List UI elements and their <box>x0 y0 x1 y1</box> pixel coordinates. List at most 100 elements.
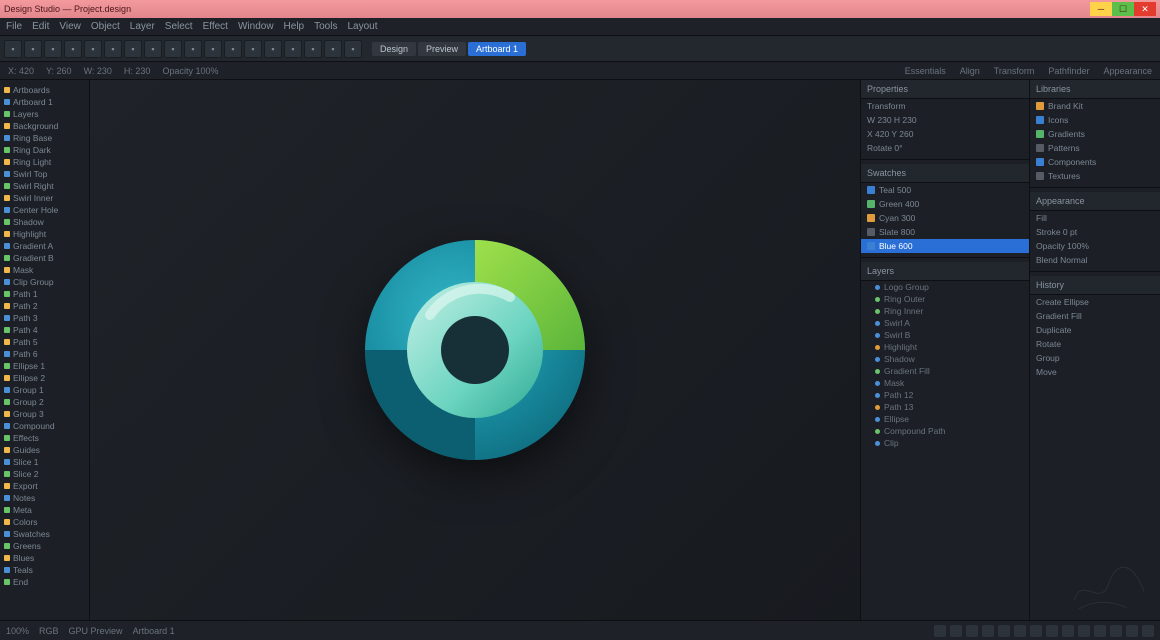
new-icon[interactable]: ▪ <box>4 40 22 58</box>
redo-icon[interactable]: ▪ <box>84 40 102 58</box>
properties-panel[interactable]: Properties TransformW 230 H 230X 420 Y 2… <box>861 80 1030 620</box>
menu-layout[interactable]: Layout <box>347 21 377 32</box>
explorer-item[interactable]: End <box>2 576 87 588</box>
status-icon[interactable] <box>966 625 978 637</box>
status-icon[interactable] <box>1078 625 1090 637</box>
layer-row[interactable]: Swirl B <box>861 329 1029 341</box>
explorer-item[interactable]: Export <box>2 480 87 492</box>
history-row[interactable]: Duplicate <box>1030 323 1160 337</box>
property-row[interactable]: Rotate 0° <box>861 141 1029 155</box>
appearance-row[interactable]: Fill <box>1030 211 1160 225</box>
explorer-item[interactable]: Path 5 <box>2 336 87 348</box>
layer-row[interactable]: Path 12 <box>861 389 1029 401</box>
status-icon[interactable] <box>1030 625 1042 637</box>
explorer-item[interactable]: Artboards <box>2 84 87 96</box>
status-field[interactable]: 100% <box>6 626 29 636</box>
explorer-item[interactable]: Guides <box>2 444 87 456</box>
explorer-item[interactable]: Group 2 <box>2 396 87 408</box>
zoom-icon[interactable]: ▪ <box>264 40 282 58</box>
status-field[interactable]: RGB <box>39 626 59 636</box>
status-icon[interactable] <box>1110 625 1122 637</box>
save-icon[interactable]: ▪ <box>44 40 62 58</box>
explorer-item[interactable]: Background <box>2 120 87 132</box>
layer-row[interactable]: Ring Inner <box>861 305 1029 317</box>
ctx-link-transform[interactable]: Transform <box>994 66 1035 76</box>
window-close-button[interactable]: ✕ <box>1134 2 1156 16</box>
ctx-field[interactable]: X: 420 <box>8 66 34 76</box>
layer-row[interactable]: Gradient Fill <box>861 365 1029 377</box>
explorer-item[interactable]: Gradient B <box>2 252 87 264</box>
explorer-item[interactable]: Path 6 <box>2 348 87 360</box>
layer-row[interactable]: Compound Path <box>861 425 1029 437</box>
layer-row[interactable]: Logo Group <box>861 281 1029 293</box>
explorer-item[interactable]: Shadow <box>2 216 87 228</box>
libraries-panel[interactable]: Libraries Brand KitIconsGradientsPattern… <box>1030 80 1160 620</box>
ctx-link-pathfinder[interactable]: Pathfinder <box>1048 66 1089 76</box>
hand-icon[interactable]: ▪ <box>284 40 302 58</box>
history-row[interactable]: Rotate <box>1030 337 1160 351</box>
undo-icon[interactable]: ▪ <box>64 40 82 58</box>
text-icon[interactable]: ▪ <box>304 40 322 58</box>
menu-edit[interactable]: Edit <box>32 21 49 32</box>
status-icon[interactable] <box>1094 625 1106 637</box>
library-row[interactable]: Components <box>1030 155 1160 169</box>
explorer-item[interactable]: Slice 2 <box>2 468 87 480</box>
explorer-item[interactable]: Notes <box>2 492 87 504</box>
layer-row[interactable]: Mask <box>861 377 1029 389</box>
ctx-link-align[interactable]: Align <box>960 66 980 76</box>
layer-row[interactable]: Ring Outer <box>861 293 1029 305</box>
snap-icon[interactable]: ▪ <box>244 40 262 58</box>
explorer-item[interactable]: Slice 1 <box>2 456 87 468</box>
explorer-item[interactable]: Swatches <box>2 528 87 540</box>
explorer-item[interactable]: Mask <box>2 264 87 276</box>
library-row[interactable]: Gradients <box>1030 127 1160 141</box>
status-icon[interactable] <box>1014 625 1026 637</box>
explorer-item[interactable]: Swirl Inner <box>2 192 87 204</box>
swatch-row[interactable]: Green 400 <box>861 197 1029 211</box>
swatch-row[interactable]: Blue 600 <box>861 239 1029 253</box>
explorer-item[interactable]: Gradient A <box>2 240 87 252</box>
pen-icon[interactable]: ▪ <box>344 40 362 58</box>
explorer-item[interactable]: Swirl Top <box>2 168 87 180</box>
status-icon[interactable] <box>998 625 1010 637</box>
window-maximize-button[interactable]: ☐ <box>1112 2 1134 16</box>
open-icon[interactable]: ▪ <box>24 40 42 58</box>
explorer-item[interactable]: Ring Light <box>2 156 87 168</box>
property-row[interactable]: W 230 H 230 <box>861 113 1029 127</box>
menu-window[interactable]: Window <box>238 21 274 32</box>
explorer-item[interactable]: Ring Base <box>2 132 87 144</box>
explorer-item[interactable]: Group 3 <box>2 408 87 420</box>
status-field[interactable]: Artboard 1 <box>133 626 175 636</box>
explorer-item[interactable]: Swirl Right <box>2 180 87 192</box>
status-icon[interactable] <box>1126 625 1138 637</box>
status-icon[interactable] <box>1046 625 1058 637</box>
appearance-row[interactable]: Stroke 0 pt <box>1030 225 1160 239</box>
swatch-row[interactable]: Teal 500 <box>861 183 1029 197</box>
menu-help[interactable]: Help <box>284 21 305 32</box>
ctx-field[interactable]: W: 230 <box>84 66 112 76</box>
swatch-row[interactable]: Slate 800 <box>861 225 1029 239</box>
layer-row[interactable]: Shadow <box>861 353 1029 365</box>
explorer-item[interactable]: Colors <box>2 516 87 528</box>
explorer-item[interactable]: Blues <box>2 552 87 564</box>
layer-row[interactable]: Swirl A <box>861 317 1029 329</box>
cut-icon[interactable]: ▪ <box>104 40 122 58</box>
explorer-item[interactable]: Meta <box>2 504 87 516</box>
ctx-field[interactable]: H: 230 <box>124 66 151 76</box>
explorer-item[interactable]: Group 1 <box>2 384 87 396</box>
library-row[interactable]: Textures <box>1030 169 1160 183</box>
menu-object[interactable]: Object <box>91 21 120 32</box>
status-icon[interactable] <box>1142 625 1154 637</box>
appearance-row[interactable]: Opacity 100% <box>1030 239 1160 253</box>
layer-row[interactable]: Ellipse <box>861 413 1029 425</box>
swatch-row[interactable]: Cyan 300 <box>861 211 1029 225</box>
history-row[interactable]: Group <box>1030 351 1160 365</box>
explorer-item[interactable]: Highlight <box>2 228 87 240</box>
library-row[interactable]: Brand Kit <box>1030 99 1160 113</box>
tab-preview[interactable]: Preview <box>418 42 466 56</box>
menu-file[interactable]: File <box>6 21 22 32</box>
property-row[interactable]: Transform <box>861 99 1029 113</box>
status-icon[interactable] <box>1062 625 1074 637</box>
grid-icon[interactable]: ▪ <box>224 40 242 58</box>
menu-tools[interactable]: Tools <box>314 21 337 32</box>
